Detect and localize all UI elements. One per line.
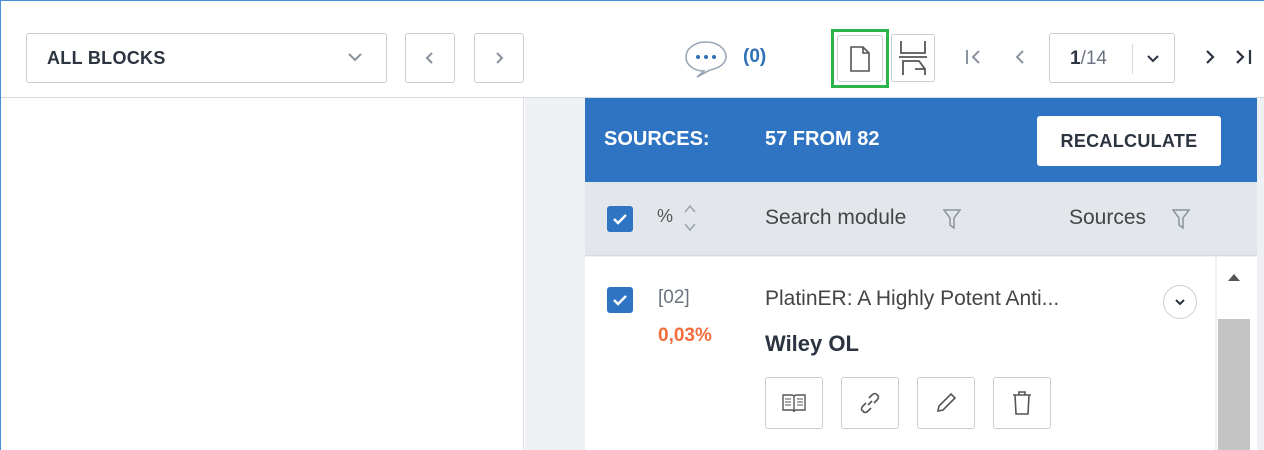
sources-count: 57 FROM 82	[765, 128, 880, 150]
check-icon	[613, 214, 627, 225]
source-title[interactable]: PlatinER: A Highly Potent Anti...	[765, 287, 1059, 311]
comments-count[interactable]: (0)	[743, 46, 766, 68]
scroll-up-icon[interactable]	[1227, 272, 1241, 282]
sources-panel: SOURCES: 57 FROM 82 RECALCULATE % Search…	[569, 98, 1264, 450]
trash-icon	[1013, 391, 1031, 415]
scrollbar[interactable]	[1217, 257, 1257, 450]
chevron-left-icon	[425, 52, 433, 64]
next-page-icon[interactable]	[1199, 46, 1221, 68]
sources-column-label: Sources	[1069, 206, 1147, 229]
source-index: [02]	[658, 287, 690, 308]
open-source-button[interactable]	[765, 377, 823, 429]
delete-source-button[interactable]	[993, 377, 1051, 429]
total-pages: /14	[1080, 48, 1107, 69]
source-link-button[interactable]	[841, 377, 899, 429]
toolbar: ALL BLOCKS (0) 1/14	[1, 1, 1264, 98]
last-page-icon[interactable]	[1233, 46, 1259, 68]
first-page-icon[interactable]	[963, 46, 985, 68]
panel-divider[interactable]	[525, 98, 569, 450]
check-icon	[613, 295, 627, 306]
filter-icon[interactable]	[942, 208, 962, 230]
split-view-icon	[899, 41, 927, 75]
chevron-down-icon	[1147, 55, 1159, 63]
link-icon	[860, 392, 880, 414]
document-icon	[850, 45, 870, 72]
current-page: 1	[1070, 48, 1081, 69]
sources-header: SOURCES: 57 FROM 82 RECALCULATE	[585, 98, 1257, 182]
percent-column-label: %	[657, 206, 674, 226]
next-block-button[interactable]	[474, 33, 524, 83]
split-view-button[interactable]	[891, 34, 935, 82]
single-document-view-button[interactable]	[831, 29, 889, 88]
filter-icon[interactable]	[1171, 208, 1191, 230]
source-percent: 0,03%	[658, 325, 712, 346]
book-icon	[782, 394, 806, 413]
sources-column-header: % Search module Sources	[585, 182, 1257, 256]
chevron-down-icon	[1175, 299, 1185, 306]
prev-block-button[interactable]	[405, 33, 455, 83]
pencil-icon	[936, 392, 957, 413]
chevron-right-icon	[496, 52, 504, 64]
source-checkbox[interactable]	[607, 287, 633, 313]
search-module-column-label: Search module	[765, 206, 907, 229]
scrollbar-thumb[interactable]	[1218, 319, 1250, 450]
expand-button[interactable]	[1163, 285, 1197, 319]
chevron-down-icon	[348, 53, 362, 62]
document-panel	[1, 98, 524, 450]
divider	[1132, 44, 1133, 74]
blocks-select-label: ALL BLOCKS	[47, 47, 166, 68]
page-select[interactable]: 1/14	[1049, 33, 1175, 83]
comment-icon[interactable]	[683, 38, 729, 78]
sort-icon[interactable]	[683, 202, 697, 234]
source-database: Wiley OL	[765, 331, 859, 356]
page-indicator: 1/14	[1070, 48, 1107, 70]
sources-label: SOURCES:	[604, 128, 710, 150]
source-row[interactable]: [02] 0,03% PlatinER: A Highly Potent Ant…	[585, 257, 1215, 450]
recalculate-button[interactable]: RECALCULATE	[1037, 116, 1221, 166]
select-all-checkbox[interactable]	[607, 206, 633, 232]
blocks-select[interactable]: ALL BLOCKS	[26, 33, 387, 83]
edit-source-button[interactable]	[917, 377, 975, 429]
prev-page-icon[interactable]	[1009, 46, 1031, 68]
